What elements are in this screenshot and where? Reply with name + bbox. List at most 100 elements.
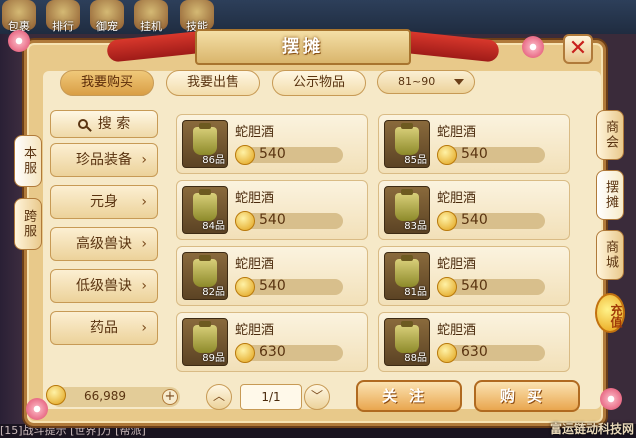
recharge-label: 充值 (609, 303, 623, 328)
category-label: 高级兽诀 (76, 236, 132, 252)
wine-jar-icon: 86品 (182, 120, 228, 168)
close-icon: ✕ (568, 36, 588, 61)
coin-icon (437, 145, 457, 165)
title-banner: 摆摊 (106, 29, 500, 65)
tab-local-server[interactable]: 本服 (14, 135, 42, 187)
tab-buy[interactable]: 我要购买 (60, 70, 154, 96)
item-name: 蛇胆酒 (235, 125, 275, 140)
tab-mall[interactable]: 商城 (596, 230, 624, 280)
add-gold-button[interactable]: + (162, 389, 178, 405)
chat-bar[interactable]: [15]战斗提示 [世界]万 [帮派] (0, 424, 636, 438)
buy-button[interactable]: 购买 (474, 380, 580, 412)
item-level: 89品 (202, 353, 225, 364)
wine-jar-icon: 88品 (384, 318, 430, 366)
price-bar: 540 (437, 145, 545, 165)
item-card[interactable]: 82品 蛇胆酒 540 (176, 246, 368, 306)
gold-balance: 66,989 + (46, 385, 180, 407)
chevron-down-icon: ﹀ (310, 389, 323, 403)
item-name: 蛇胆酒 (235, 191, 275, 206)
chevron-right-icon: › (141, 236, 147, 252)
tab-public-label: 公示物品 (292, 75, 345, 90)
category-advanced-beast-skill[interactable]: 高级兽诀 › (50, 227, 158, 261)
recharge-button[interactable]: 充值 (595, 293, 625, 333)
item-card[interactable]: 85品 蛇胆酒 540 (378, 114, 570, 174)
item-card[interactable]: 89品 蛇胆酒 630 (176, 312, 368, 372)
flower-decoration-icon (522, 36, 544, 58)
item-card[interactable]: 81品 蛇胆酒 540 (378, 246, 570, 306)
flower-decoration-icon (26, 398, 48, 420)
category-rare-equipment[interactable]: 珍品装备 › (50, 143, 158, 177)
wine-jar-icon: 83品 (384, 186, 430, 234)
tab-mall-label: 商城 (603, 240, 618, 270)
wine-jar-icon: 89品 (182, 318, 228, 366)
tab-cross-server[interactable]: 跨服 (14, 198, 42, 250)
category-label: 珍品装备 (76, 152, 132, 168)
category-yuanshen[interactable]: 元身 › (50, 185, 158, 219)
tab-stall[interactable]: 摆摊 (596, 170, 624, 220)
item-price: 540 (259, 212, 286, 228)
item-card[interactable]: 86品 蛇胆酒 540 (176, 114, 368, 174)
tab-public[interactable]: 公示物品 (272, 70, 366, 96)
item-price: 540 (461, 278, 488, 294)
hud-label-ranking: 排行 (52, 20, 74, 33)
item-name: 蛇胆酒 (437, 125, 477, 140)
page-title: 摆摊 (195, 29, 411, 65)
flower-decoration-icon (8, 30, 30, 52)
category-medicine[interactable]: 药品 › (50, 311, 158, 345)
prev-page-button[interactable]: ︿ (206, 384, 232, 410)
watermark: 富运链动科技网 (549, 422, 634, 436)
hud-label-pet: 御宠 (96, 20, 118, 33)
item-level: 88品 (404, 353, 427, 364)
coin-icon (437, 211, 457, 231)
tab-commerce-label: 商会 (603, 120, 618, 150)
follow-button[interactable]: 关注 (356, 380, 462, 412)
item-card[interactable]: 88品 蛇胆酒 630 (378, 312, 570, 372)
item-name: 蛇胆酒 (235, 323, 275, 338)
chevron-up-icon: ︿ (212, 389, 225, 403)
tab-sell[interactable]: 我要出售 (166, 70, 260, 96)
tab-sell-label: 我要出售 (186, 75, 239, 90)
item-price: 540 (461, 212, 488, 228)
price-bar: 540 (235, 211, 343, 231)
buy-label: 购买 (499, 387, 554, 405)
item-card[interactable]: 83品 蛇胆酒 540 (378, 180, 570, 240)
tab-local-server-label: 本服 (21, 146, 36, 176)
item-price: 540 (461, 146, 488, 162)
tab-buy-label: 我要购买 (80, 75, 133, 90)
item-price: 630 (259, 344, 286, 360)
price-bar: 630 (437, 343, 545, 363)
chevron-right-icon: › (141, 152, 147, 168)
item-level: 82品 (202, 287, 225, 298)
category-label: 元身 (90, 194, 118, 210)
coin-icon (235, 145, 255, 165)
coin-icon (235, 277, 255, 297)
search-button[interactable]: 搜 索 (50, 110, 158, 138)
coin-icon (437, 277, 457, 297)
item-level: 86品 (202, 155, 225, 166)
price-bar: 540 (235, 277, 343, 297)
page-indicator: 1/1 (240, 384, 302, 410)
item-card[interactable]: 84品 蛇胆酒 540 (176, 180, 368, 240)
price-bar: 630 (235, 343, 343, 363)
wine-jar-icon: 84品 (182, 186, 228, 234)
level-filter-select[interactable]: 81~90 (377, 70, 475, 94)
item-level: 85品 (404, 155, 427, 166)
tab-stall-label: 摆摊 (603, 180, 618, 210)
item-price: 540 (259, 278, 286, 294)
price-bar: 540 (235, 145, 343, 165)
next-page-button[interactable]: ﹀ (304, 384, 330, 410)
category-label: 药品 (90, 320, 118, 336)
item-name: 蛇胆酒 (235, 257, 275, 272)
wine-jar-icon: 82品 (182, 252, 228, 300)
tab-chamber-of-commerce[interactable]: 商会 (596, 110, 624, 160)
coin-icon (437, 343, 457, 363)
search-label: 搜 索 (97, 116, 131, 132)
coin-icon (235, 343, 255, 363)
price-bar: 540 (437, 277, 545, 297)
price-bar: 540 (437, 211, 545, 231)
level-filter-value: 81~90 (398, 75, 436, 88)
item-price: 630 (461, 344, 488, 360)
close-button[interactable]: ✕ (563, 34, 593, 64)
chevron-right-icon: › (141, 194, 147, 210)
category-basic-beast-skill[interactable]: 低级兽诀 › (50, 269, 158, 303)
